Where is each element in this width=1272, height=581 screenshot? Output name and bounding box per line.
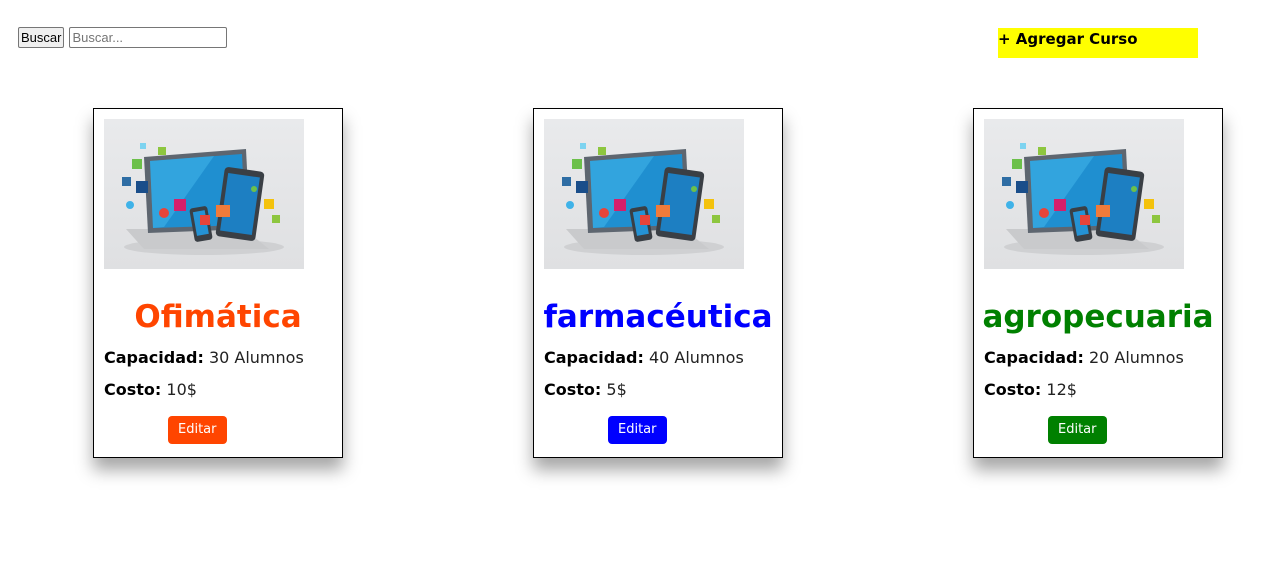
capacity-value: 40 Alumnos bbox=[648, 348, 744, 367]
edit-button[interactable]: Editar bbox=[608, 416, 667, 444]
devices-illustration-icon bbox=[562, 143, 724, 255]
cost-value: 5$ bbox=[606, 380, 627, 399]
course-image bbox=[544, 119, 744, 269]
search-input[interactable] bbox=[69, 27, 228, 48]
course-card: Ofimática Capacidad: 30 Alumnos Costo: 1… bbox=[93, 108, 343, 458]
cost-label: Costo: bbox=[544, 380, 602, 399]
course-title: agropecuaria bbox=[982, 299, 1214, 335]
edit-button[interactable]: Editar bbox=[1048, 416, 1107, 444]
capacity-value: 20 Alumnos bbox=[1088, 348, 1184, 367]
cost-value: 12$ bbox=[1046, 380, 1077, 399]
devices-illustration-icon bbox=[122, 143, 284, 255]
cost-label: Costo: bbox=[984, 380, 1042, 399]
course-title: farmacéutica bbox=[543, 299, 773, 335]
course-title: Ofimática bbox=[134, 299, 302, 335]
course-capacity: Capacidad: 30 Alumnos bbox=[104, 348, 304, 368]
course-cost: Costo: 5$ bbox=[544, 380, 627, 400]
cost-label: Costo: bbox=[104, 380, 162, 399]
course-image bbox=[104, 119, 304, 269]
search-button[interactable]: Buscar bbox=[18, 27, 65, 48]
capacity-label: Capacidad: bbox=[544, 348, 644, 367]
cost-value: 10$ bbox=[166, 380, 197, 399]
course-capacity: Capacidad: 40 Alumnos bbox=[544, 348, 744, 368]
course-capacity: Capacidad: 20 Alumnos bbox=[984, 348, 1184, 368]
course-image bbox=[984, 119, 1184, 269]
course-card: agropecuaria Capacidad: 20 Alumnos Costo… bbox=[973, 108, 1223, 458]
course-card: farmacéutica Capacidad: 40 Alumnos Costo… bbox=[533, 108, 783, 458]
add-course-button[interactable]: + Agregar Curso bbox=[998, 28, 1198, 58]
edit-button[interactable]: Editar bbox=[168, 416, 227, 444]
course-cost: Costo: 12$ bbox=[984, 380, 1077, 400]
capacity-value: 30 Alumnos bbox=[208, 348, 304, 367]
capacity-label: Capacidad: bbox=[104, 348, 204, 367]
devices-illustration-icon bbox=[1002, 143, 1164, 255]
course-cost: Costo: 10$ bbox=[104, 380, 197, 400]
capacity-label: Capacidad: bbox=[984, 348, 1084, 367]
search-bar: Buscar bbox=[18, 27, 228, 48]
